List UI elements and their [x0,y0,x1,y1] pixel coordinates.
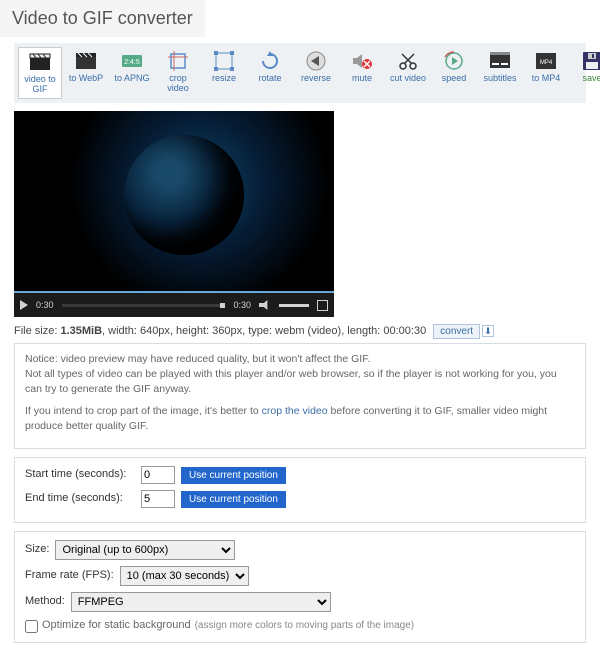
toolbar: video to GIF to WebP 2:4:5to APNG crop v… [14,43,586,103]
video-player: 0:30 0:30 [14,111,334,317]
start-time-input[interactable] [141,466,175,484]
end-time-label: End time (seconds): [25,491,135,507]
start-time-label: Start time (seconds): [25,467,135,483]
tool-mute[interactable]: mute [340,47,384,99]
tool-to-webp[interactable]: to WebP [64,47,108,99]
total-time: 0:30 [233,300,251,310]
tool-reverse[interactable]: reverse [294,47,338,99]
reverse-icon [304,51,328,71]
scissors-icon [396,51,420,71]
floppy-icon [580,51,600,71]
time-box: Start time (seconds): Use current positi… [14,457,586,523]
tool-save[interactable]: save [570,47,600,99]
rotate-icon [258,51,282,71]
page-title: Video to GIF converter [0,0,205,37]
file-size: 1.35MiB [60,325,102,337]
tool-video-to-gif[interactable]: video to GIF [18,47,62,99]
notice-box: Notice: video preview may have reduced q… [14,343,586,449]
tool-speed[interactable]: speed [432,47,476,99]
fps-label: Frame rate (FPS): [25,568,114,584]
use-position-end-button[interactable]: Use current position [181,491,286,508]
size-label: Size: [25,542,49,558]
method-label: Method: [25,594,65,610]
use-position-start-button[interactable]: Use current position [181,467,286,484]
file-width: 640px [140,325,170,337]
clapboard-stripe-icon [74,51,98,71]
file-type: webm (video) [275,325,341,337]
size-select[interactable]: Original (up to 600px) [55,540,235,560]
convert-button[interactable]: convert [433,324,480,339]
resize-icon [212,51,236,71]
file-length: 00:00:30 [383,325,426,337]
optimize-checkbox[interactable] [25,620,38,633]
tool-rotate[interactable]: rotate [248,47,292,99]
video-frame[interactable] [14,111,334,291]
file-info: File size: 1.35MiB, width: 640px, height… [14,325,586,337]
volume-icon[interactable] [259,300,271,310]
tool-to-apng[interactable]: 2:4:5to APNG [110,47,154,99]
fullscreen-button[interactable] [317,300,328,311]
crop-video-link[interactable]: crop the video [262,405,328,417]
play-button[interactable] [20,300,28,310]
optimize-label: Optimize for static background [42,618,191,634]
progress-bar[interactable] [62,304,226,307]
svg-text:MP4: MP4 [540,60,553,66]
subtitles-icon [488,51,512,71]
download-icon[interactable]: ⬇ [482,325,494,337]
tool-subtitles[interactable]: subtitles [478,47,522,99]
tool-cut-video[interactable]: cut video [386,47,430,99]
end-time-input[interactable] [141,490,175,508]
time-panel-icon: 2:4:5 [120,51,144,71]
clapboard-icon [28,52,52,72]
optimize-note: (assign more colors to moving parts of t… [195,619,415,634]
mp4-icon: MP4 [534,51,558,71]
speed-icon [442,51,466,71]
options-box: Size: Original (up to 600px) Frame rate … [14,531,586,643]
tool-to-mp4[interactable]: MP4to MP4 [524,47,568,99]
tool-crop-video[interactable]: crop video [156,47,200,99]
tool-resize[interactable]: resize [202,47,246,99]
mute-icon [350,51,374,71]
file-height: 360px [212,325,242,337]
method-select[interactable]: FFMPEG [71,592,331,612]
video-controls: 0:30 0:30 [14,291,334,317]
video-content [124,135,244,255]
crop-icon [166,51,190,71]
volume-slider[interactable] [279,304,309,307]
fps-select[interactable]: 10 (max 30 seconds) [120,566,249,586]
svg-text:2:4:5: 2:4:5 [124,59,140,66]
current-time: 0:30 [36,300,54,310]
